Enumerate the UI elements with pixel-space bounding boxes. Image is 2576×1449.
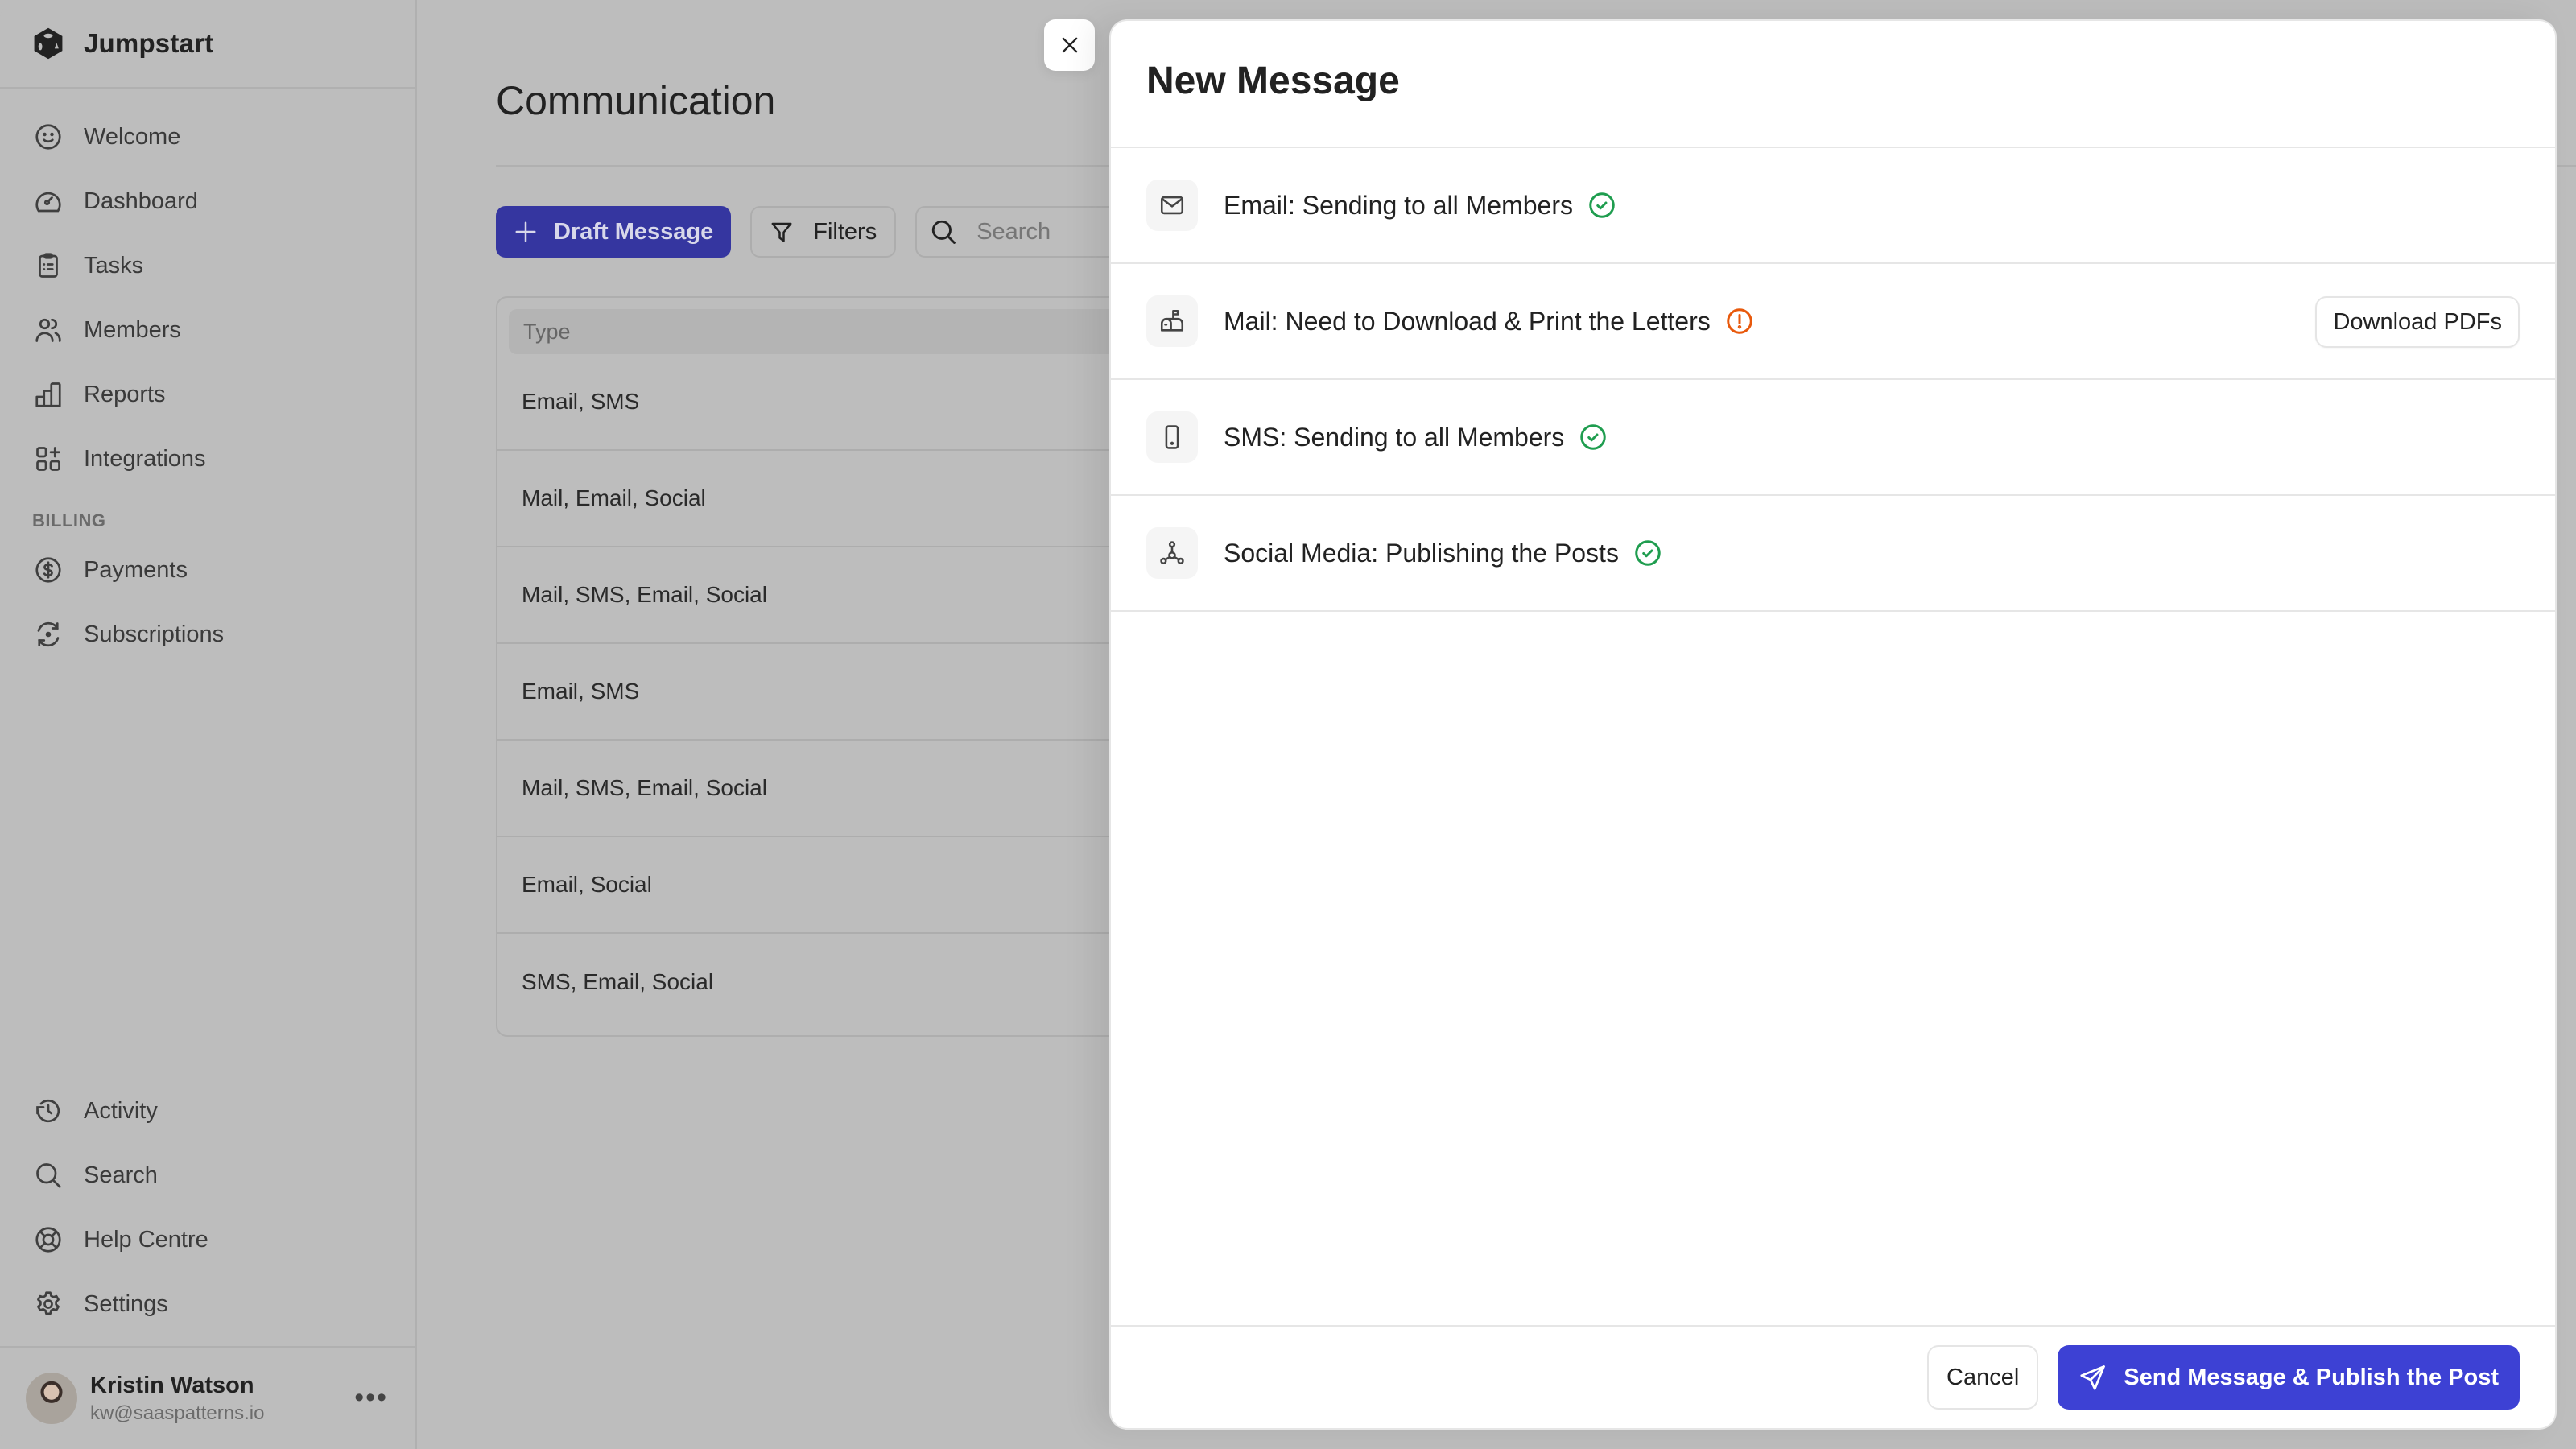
smile-icon (35, 124, 61, 150)
filter-icon (771, 222, 792, 242)
sidebar-item-label: Integrations (84, 445, 206, 472)
draft-message-label: Draft Message (554, 218, 714, 245)
more-options-icon[interactable]: ••• (354, 1384, 388, 1411)
sidebar: Jumpstart Welcome Dashboard Tasks Member… (0, 0, 417, 1449)
user-profile[interactable]: Kristin Watson kw@saaspatterns.io ••• (0, 1346, 415, 1449)
sidebar-item-label: Search (84, 1162, 158, 1188)
modal-footer: Cancel Send Message & Publish the Post (1111, 1325, 2555, 1428)
sidebar-item-welcome[interactable]: Welcome (0, 105, 415, 169)
sidebar-item-search[interactable]: Search (0, 1143, 415, 1208)
modal-header: New Message (1111, 21, 2555, 148)
channel-text: Mail: Need to Download & Print the Lette… (1224, 306, 1711, 336)
check-circle-icon (1580, 424, 1607, 450)
envelope-icon (1160, 196, 1184, 215)
sidebar-item-label: Tasks (84, 252, 144, 279)
send-message-label: Send Message & Publish the Post (2124, 1364, 2499, 1390)
avatar (26, 1373, 77, 1424)
filters-label: Filters (813, 218, 877, 245)
page-title: Communication (496, 78, 776, 123)
billing-section-label: BILLING (32, 510, 106, 530)
search-icon (932, 220, 956, 244)
user-text: Kristin Watson kw@saaspatterns.io (90, 1373, 264, 1425)
dollar-circle-icon (35, 557, 61, 583)
channel-row-sms: SMS: Sending to all Members (1111, 380, 2555, 496)
brand[interactable]: Jumpstart (0, 0, 415, 89)
sidebar-item-dashboard[interactable]: Dashboard (0, 169, 415, 233)
lifebuoy-icon (35, 1227, 61, 1253)
clipboard-list-icon (39, 253, 58, 278)
sidebar-item-label: Settings (84, 1290, 168, 1317)
sidebar-item-label: Activity (84, 1097, 158, 1124)
send-icon (2080, 1365, 2106, 1390)
alert-circle-icon (1727, 308, 1752, 334)
cube-logo-icon (34, 27, 63, 60)
sidebar-item-label: Help Centre (84, 1226, 208, 1253)
sidebar-item-label: Subscriptions (84, 621, 225, 647)
sidebar-item-tasks[interactable]: Tasks (0, 233, 415, 298)
gear-icon (37, 1291, 60, 1315)
channel-icon-wrap (1146, 411, 1198, 463)
search-placeholder: Search (976, 218, 1051, 245)
sidebar-item-label: Reports (84, 381, 166, 407)
primary-nav: Welcome Dashboard Tasks Members Reports … (0, 89, 415, 667)
sidebar-item-label: Welcome (84, 123, 181, 150)
filters-button[interactable]: Filters (750, 206, 897, 258)
sidebar-item-settings[interactable]: Settings (0, 1272, 415, 1336)
close-icon (1062, 37, 1077, 53)
check-circle-icon (1589, 192, 1615, 218)
user-email: kw@saaspatterns.io (90, 1402, 265, 1424)
channel-text: Email: Sending to all Members (1224, 190, 1573, 220)
bar-chart-icon (35, 382, 61, 407)
sidebar-item-activity[interactable]: Activity (0, 1079, 415, 1143)
app-name: Jumpstart (84, 28, 214, 58)
share-network-icon (1160, 541, 1184, 565)
download-pdfs-button[interactable]: Download PDFs (2315, 296, 2520, 348)
secondary-nav: Activity Search Help Centre Settings (0, 1079, 415, 1336)
sidebar-item-label: Members (84, 316, 181, 343)
channel-icon-wrap (1146, 295, 1198, 347)
sidebar-item-subscriptions[interactable]: Subscriptions (0, 602, 415, 667)
modal-title: New Message (1146, 59, 1400, 102)
channel-icon-wrap (1146, 527, 1198, 579)
mobile-phone-icon (1165, 425, 1179, 449)
sidebar-item-reports[interactable]: Reports (0, 362, 415, 427)
search-icon (36, 1163, 61, 1188)
close-modal-button[interactable] (1044, 19, 1095, 71)
refresh-cycle-icon (37, 621, 60, 647)
send-message-button[interactable]: Send Message & Publish the Post (2058, 1345, 2520, 1410)
plus-icon (515, 221, 536, 242)
sidebar-item-help-centre[interactable]: Help Centre (0, 1208, 415, 1272)
channel-row-social: Social Media: Publishing the Posts (1111, 496, 2555, 612)
sidebar-item-label: Payments (84, 556, 188, 583)
channel-row-email: Email: Sending to all Members (1111, 148, 2555, 264)
channel-icon-wrap (1146, 180, 1198, 231)
sidebar-item-payments[interactable]: Payments (0, 538, 415, 602)
sidebar-item-label: Dashboard (84, 188, 198, 214)
gauge-icon (35, 192, 61, 213)
check-circle-icon (1635, 540, 1661, 566)
draft-message-button[interactable]: Draft Message (496, 206, 732, 258)
channel-text: SMS: Sending to all Members (1224, 422, 1565, 452)
users-icon (35, 318, 61, 342)
apps-plus-icon (36, 447, 60, 471)
new-message-modal: New Message Email: Sending to all Member… (1109, 19, 2557, 1430)
user-name: Kristin Watson (90, 1372, 254, 1398)
sidebar-item-integrations[interactable]: Integrations (0, 427, 415, 491)
sidebar-item-members[interactable]: Members (0, 298, 415, 362)
history-icon (36, 1099, 60, 1123)
cancel-button[interactable]: Cancel (1927, 1345, 2039, 1410)
channel-text: Social Media: Publishing the Posts (1224, 538, 1619, 568)
channel-row-mail: Mail: Need to Download & Print the Lette… (1111, 264, 2555, 380)
mailbox-icon (1160, 309, 1184, 332)
